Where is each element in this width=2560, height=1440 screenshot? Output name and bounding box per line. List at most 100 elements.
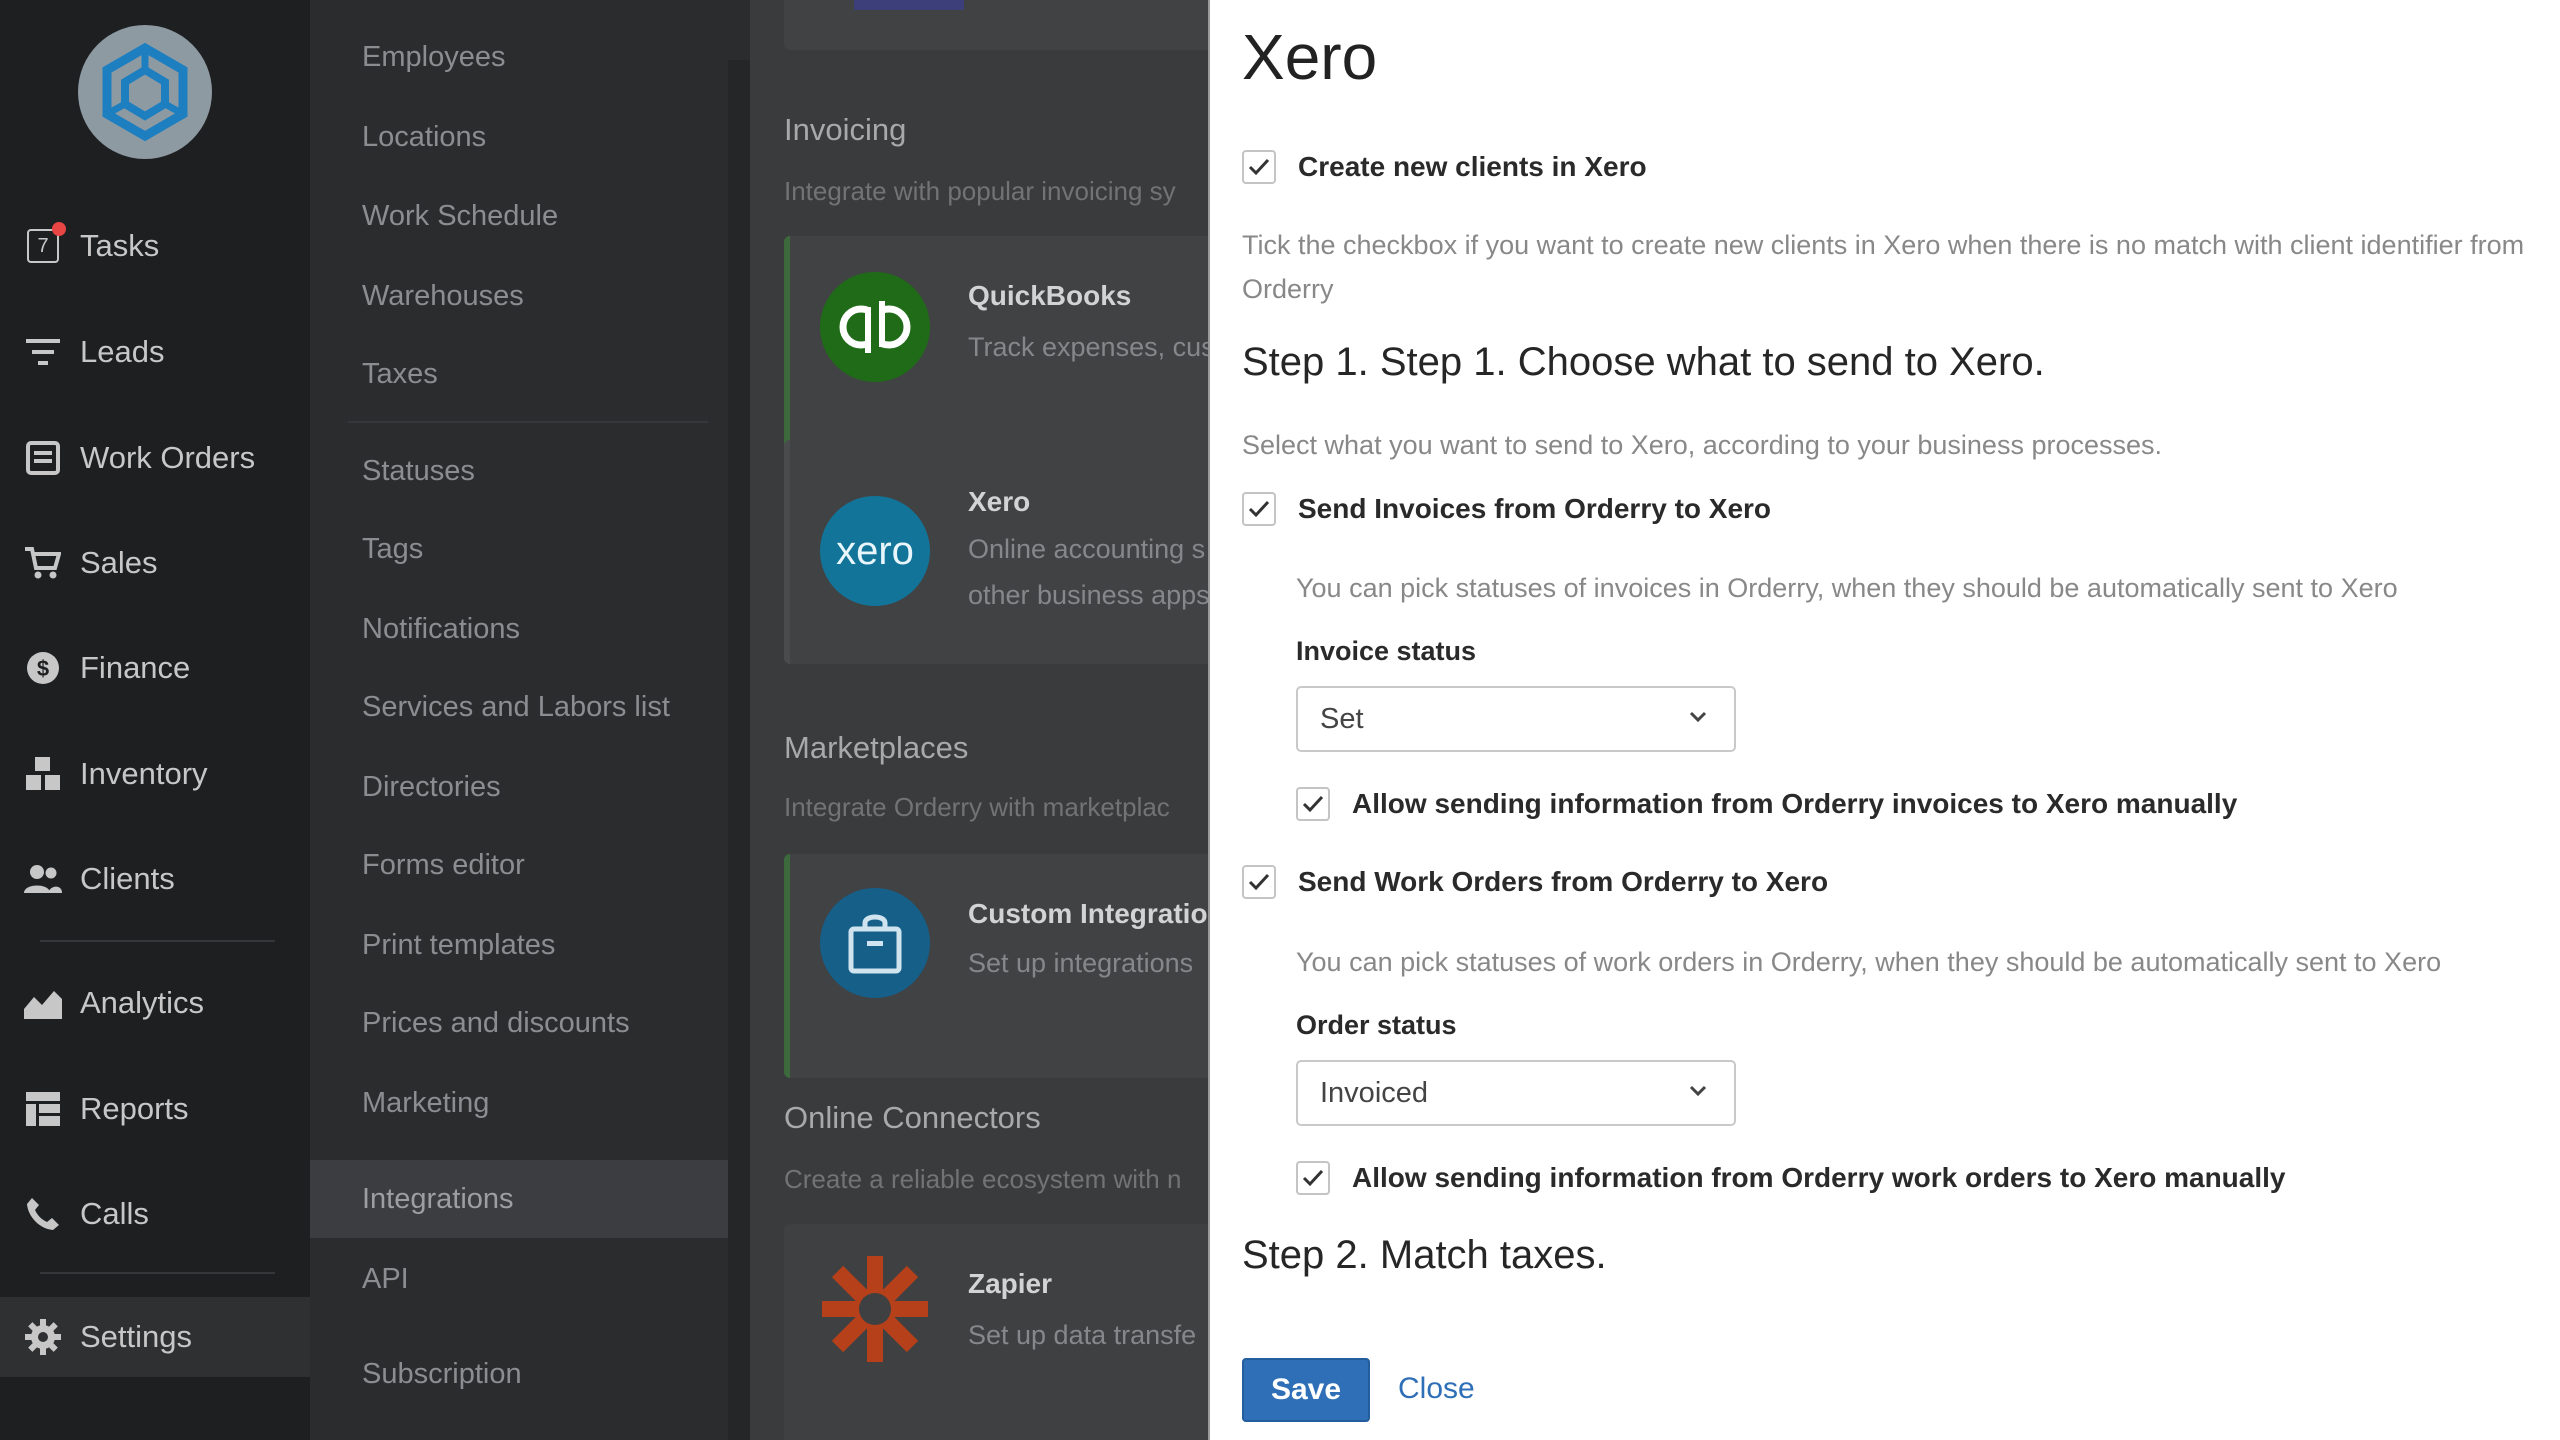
xero-logo-icon: xero (820, 496, 930, 606)
integration-card[interactable] (784, 0, 1210, 50)
nav-item-label: Clients (80, 861, 175, 896)
work-orders-icon (24, 439, 62, 477)
submenu-item-forms-editor[interactable]: Forms editor (310, 826, 728, 904)
card-name: Xero (968, 486, 1031, 517)
tasks-count: 7 (37, 234, 49, 257)
card-desc: other business apps (968, 580, 1210, 610)
submenu-item-statuses[interactable]: Statuses (310, 432, 728, 510)
nav-item-label: Leads (80, 334, 165, 369)
main-nav: 7 Tasks Leads Work Orders Sales $ Financ… (0, 0, 310, 1440)
nav-item-label: Finance (80, 650, 191, 685)
nav-item-label: Analytics (80, 985, 205, 1020)
nav-item-label: Reports (80, 1091, 189, 1126)
send-invoices-row: Send Invoices from Orderry to Xero (1242, 492, 1771, 526)
allow-invoices-row: Allow sending information from Orderry i… (1296, 787, 2237, 821)
chevron-down-icon (1689, 711, 1707, 723)
create-clients-checkbox[interactable] (1242, 150, 1276, 184)
submenu-item-integrations[interactable]: Integrations (310, 1160, 728, 1238)
submenu-item-warehouses[interactable]: Warehouses (310, 257, 728, 335)
section-title: Invoicing (784, 112, 907, 147)
send-work-orders-checkbox[interactable] (1242, 865, 1276, 899)
panel-title: Xero (1242, 21, 1378, 93)
submenu-item-api[interactable]: API (310, 1240, 728, 1318)
submenu-item-employees[interactable]: Employees (310, 18, 728, 96)
nav-divider (40, 1272, 275, 1274)
submenu-item-locations[interactable]: Locations (310, 98, 728, 176)
section-title: Online Connectors (784, 1100, 1041, 1135)
nav-item-tasks[interactable]: 7 Tasks (0, 206, 310, 286)
reports-icon (24, 1090, 62, 1128)
create-clients-label: Create new clients in Xero (1298, 151, 1647, 182)
nav-item-clients[interactable]: Clients (0, 839, 310, 919)
xero-logo-text: xero (836, 528, 914, 573)
submenu-item-work-schedule[interactable]: Work Schedule (310, 177, 728, 255)
submenu-scrollbar[interactable] (728, 60, 750, 1440)
nav-item-label: Settings (80, 1319, 193, 1354)
nav-item-inventory[interactable]: Inventory (0, 734, 310, 814)
work-orders-help: You can pick statuses of work orders in … (1296, 947, 2442, 977)
submenu-item-print-templates[interactable]: Print templates (310, 906, 728, 984)
submenu-item-subscription[interactable]: Subscription (310, 1335, 728, 1413)
integration-card-custom[interactable]: Custom Integratio Set up integrations (784, 854, 1210, 1078)
nav-item-calls[interactable]: Calls (0, 1174, 310, 1254)
order-status-label: Order status (1296, 1010, 1457, 1040)
nav-item-finance[interactable]: $ Finance (0, 628, 310, 708)
invoice-status-value: Set (1320, 702, 1364, 735)
app-logo[interactable] (78, 25, 212, 159)
close-button[interactable]: Close (1398, 1372, 1475, 1406)
settings-submenu: Employees Locations Work Schedule Wareho… (310, 0, 750, 1440)
submenu-item-marketing[interactable]: Marketing (310, 1064, 728, 1142)
nav-item-label: Inventory (80, 756, 208, 791)
nav-item-sales[interactable]: Sales (0, 523, 310, 603)
allow-work-orders-checkbox[interactable] (1296, 1161, 1330, 1195)
section-desc: Integrate with popular invoicing sy (784, 176, 1176, 206)
send-invoices-label: Send Invoices from Orderry to Xero (1298, 493, 1772, 524)
cart-icon (24, 544, 62, 582)
filter-icon (24, 333, 62, 371)
submenu-item-services[interactable]: Services and Labors list (310, 668, 728, 746)
order-status-select[interactable]: Invoiced (1296, 1060, 1736, 1126)
invoice-status-label: Invoice status (1296, 636, 1477, 666)
check-icon (1302, 795, 1324, 813)
nav-item-reports[interactable]: Reports (0, 1069, 310, 1149)
section-title: Marketplaces (784, 730, 969, 765)
nav-item-work-orders[interactable]: Work Orders (0, 418, 310, 498)
section-desc: Create a reliable ecosystem with n (784, 1164, 1182, 1194)
xero-settings-panel: Xero Create new clients in Xero Tick the… (1208, 0, 2560, 1440)
send-invoices-checkbox[interactable] (1242, 492, 1276, 526)
submenu-item-notifications[interactable]: Notifications (310, 590, 728, 668)
gear-icon (24, 1318, 62, 1356)
submenu-item-taxes[interactable]: Taxes (310, 335, 728, 413)
nav-item-label: Work Orders (80, 440, 256, 475)
integration-card-zapier[interactable]: Zapier Set up data transfe (784, 1224, 1210, 1440)
quickbooks-logo-icon (820, 272, 930, 382)
nav-item-analytics[interactable]: Analytics (0, 963, 310, 1043)
save-button[interactable]: Save (1242, 1358, 1370, 1422)
invoices-help: You can pick statuses of invoices in Ord… (1296, 573, 2398, 603)
order-status-value: Invoiced (1320, 1076, 1429, 1109)
submenu-item-prices[interactable]: Prices and discounts (310, 984, 728, 1062)
nav-item-settings[interactable]: Settings (0, 1297, 310, 1377)
allow-work-orders-row: Allow sending information from Orderry w… (1296, 1161, 2286, 1195)
nav-item-label: Tasks (80, 228, 160, 263)
allow-invoices-checkbox[interactable] (1296, 787, 1330, 821)
card-name: Custom Integratio (968, 898, 1208, 929)
step1-desc: Select what you want to send to Xero, ac… (1242, 430, 2163, 460)
integration-card-xero[interactable]: xero Xero Online accounting s other busi… (784, 440, 1210, 664)
nav-item-label: Sales (80, 545, 158, 580)
chevron-down-icon (1689, 1085, 1707, 1097)
cube-logo-icon (102, 42, 188, 142)
submenu-item-tags[interactable]: Tags (310, 510, 728, 588)
send-work-orders-label: Send Work Orders from Orderry to Xero (1298, 866, 1829, 897)
integration-card-quickbooks[interactable]: QuickBooks Track expenses, cus (784, 236, 1210, 460)
check-icon (1248, 500, 1270, 518)
submenu-item-directories[interactable]: Directories (310, 748, 728, 826)
allow-work-orders-label: Allow sending information from Orderry w… (1352, 1162, 2286, 1193)
card-desc: Online accounting s (968, 534, 1206, 564)
tasks-icon: 7 (24, 222, 66, 265)
invoice-status-select[interactable]: Set (1296, 686, 1736, 752)
nav-item-leads[interactable]: Leads (0, 312, 310, 392)
card-accent (854, 0, 964, 10)
card-desc: Set up data transfe (968, 1320, 1197, 1350)
phone-icon (24, 1195, 62, 1233)
